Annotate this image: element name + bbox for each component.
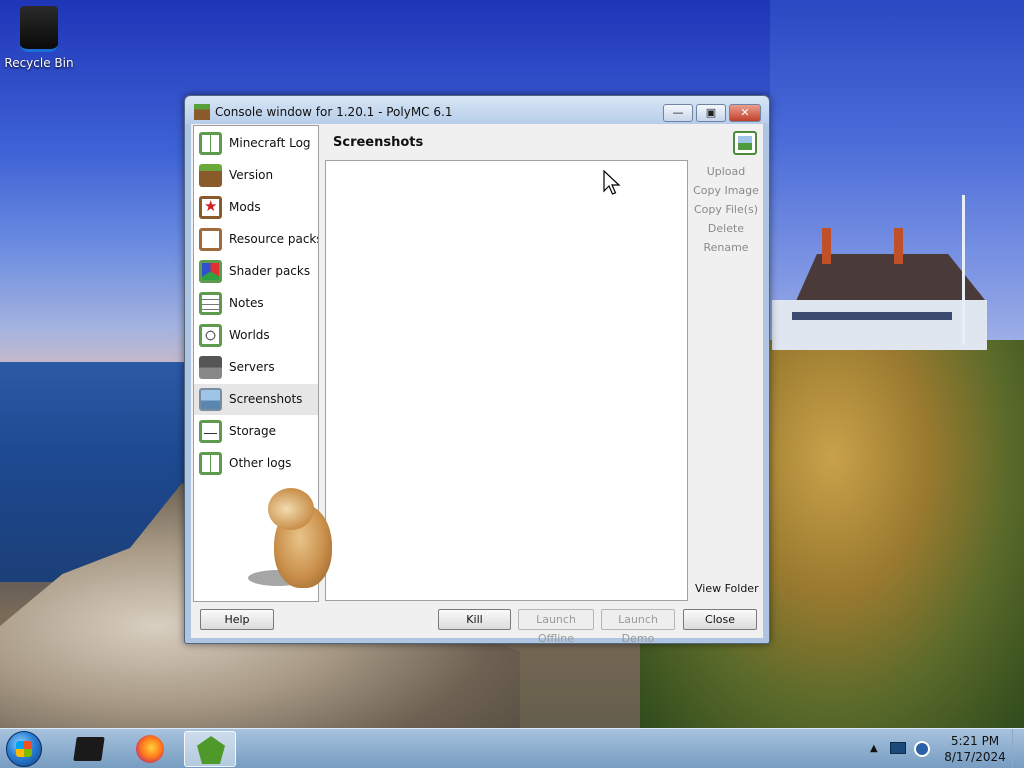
sidebar-item-worlds[interactable]: Worlds [194,320,318,351]
book-icon [199,452,222,475]
sidebar-item-other-logs[interactable]: Other logs [194,448,318,479]
upload-button[interactable]: Upload [689,162,763,181]
show-desktop-button[interactable] [1012,729,1024,768]
polymc-taskbar-icon[interactable] [184,731,236,767]
sidebar-item-servers[interactable]: Servers [194,352,318,383]
screenshot-actions: Upload Copy Image Copy File(s) Delete Re… [689,162,763,257]
sidebar-item-mods[interactable]: Mods [194,192,318,223]
terminal-taskbar-icon[interactable] [63,731,115,767]
globe-icon [199,324,222,347]
minimize-button[interactable]: — [663,104,693,122]
maximize-button[interactable]: ▣ [696,104,726,122]
mouse-cursor-icon [603,170,621,195]
sidebar-item-label: Screenshots [229,392,303,406]
delete-button[interactable]: Delete [689,219,763,238]
sidebar-item-label: Storage [229,424,276,438]
servers-icon [199,356,222,379]
wallpaper-flagpole [962,195,965,345]
monitor-tray-icon[interactable] [890,742,906,754]
star-icon [199,196,222,219]
desktop-icon-recycle-bin[interactable]: Recycle Bin [4,6,74,70]
picture-icon [199,388,222,411]
screenshots-list[interactable] [325,160,688,601]
book-icon [199,132,222,155]
minecraft-block-icon [194,104,210,120]
sidebar-item-label: Other logs [229,456,292,470]
firefox-taskbar-icon[interactable] [124,731,176,767]
start-button[interactable] [6,731,42,767]
close-window-button[interactable]: ✕ [729,104,761,122]
network-tray-icon[interactable] [914,741,930,757]
hamster-mascot [248,488,334,588]
copy-image-button[interactable]: Copy Image [689,181,763,200]
taskbar: ▲ 5:21 PM 8/17/2024 [0,728,1024,768]
launch-demo-button[interactable]: Launch Demo [601,609,675,645]
close-button[interactable]: Close [683,609,757,630]
title-bar[interactable]: Console window for 1.20.1 - PolyMC 6.1 —… [185,96,769,124]
sidebar-item-label: Minecraft Log [229,136,311,150]
storage-icon [199,420,222,443]
picture-icon [733,131,757,155]
clock-time[interactable]: 5:21 PM [944,734,1006,748]
sidebar-item-shader-packs[interactable]: Shader packs [194,256,318,287]
page-title: Screenshots [333,135,424,150]
sidebar-item-version[interactable]: Version [194,160,318,191]
sidebar-item-label: Notes [229,296,264,310]
recycle-bin-icon [20,6,58,52]
launch-offline-button[interactable]: Launch Offline [518,609,594,645]
clock-date[interactable]: 8/17/2024 [944,750,1006,764]
grass-block-icon [199,164,222,187]
sidebar-item-screenshots[interactable]: Screenshots [194,384,318,415]
sidebar-item-minecraft-log[interactable]: Minecraft Log [194,128,318,159]
tray-expand-icon[interactable]: ▲ [870,743,878,754]
sidebar-item-label: Mods [229,200,261,214]
sidebar-item-resource-packs[interactable]: Resource packs [194,224,318,255]
sidebar-item-label: Worlds [229,328,270,342]
sidebar-item-storage[interactable]: Storage [194,416,318,447]
kill-button[interactable]: Kill [438,609,511,630]
sidebar-item-notes[interactable]: Notes [194,288,318,319]
sidebar-item-label: Servers [229,360,275,374]
help-button[interactable]: Help [200,609,274,630]
color-cube-icon [199,260,222,283]
briefcase-icon [199,228,222,251]
view-folder-button[interactable]: View Folder [695,582,759,595]
window-title: Console window for 1.20.1 - PolyMC 6.1 [215,105,453,119]
sidebar-item-label: Version [229,168,274,182]
recycle-bin-label: Recycle Bin [4,56,74,70]
sidebar-item-label: Resource packs [229,232,319,246]
notes-icon [199,292,222,315]
rename-button[interactable]: Rename [689,238,763,257]
wallpaper-house [772,228,987,350]
copy-files-button[interactable]: Copy File(s) [689,200,763,219]
sidebar-item-label: Shader packs [229,264,311,278]
